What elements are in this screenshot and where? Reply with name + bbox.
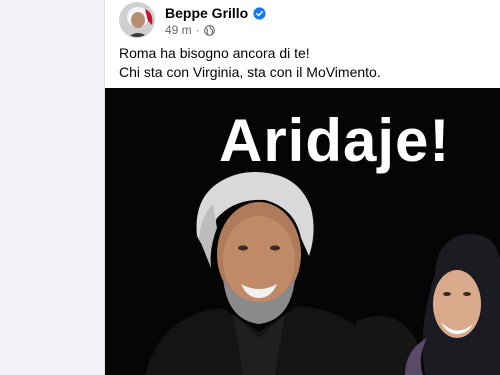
post-meta: 49 m · [165,22,215,38]
post-media-image[interactable]: Aridaje! [105,88,500,375]
left-gutter [0,0,104,375]
verified-badge-icon [253,6,266,20]
image-headline-text: Aridaje! [219,107,451,174]
post-header: Beppe Grillo 49 m · [119,2,489,40]
post-timestamp-link[interactable]: 49 m [165,23,192,37]
feed-post-card: Beppe Grillo 49 m · Roma ha bisogno anco… [104,0,500,375]
post-text-line: Roma ha bisogno ancora di te! [119,45,310,61]
author-name-link[interactable]: Beppe Grillo [165,5,248,21]
meta-separator: · [195,23,200,37]
author-avatar[interactable] [119,2,155,38]
avatar-portrait-icon [120,3,154,37]
author-row: Beppe Grillo [165,4,266,22]
post-text: Roma ha bisogno ancora di te! Chi sta co… [119,44,489,82]
post-text-line: Chi sta con Virginia, sta con il MoVimen… [119,64,381,80]
globe-icon[interactable] [203,24,215,36]
